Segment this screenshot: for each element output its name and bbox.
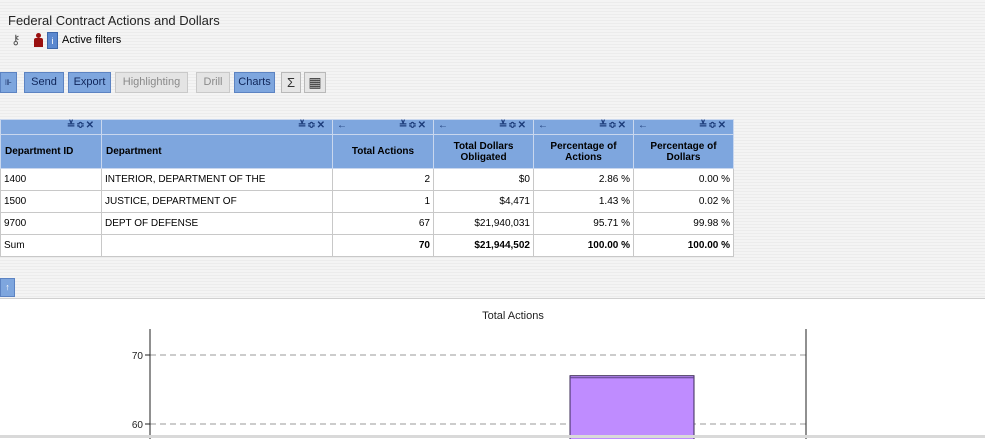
- info-icon[interactable]: i: [47, 31, 58, 49]
- highlighting-button[interactable]: Highlighting: [115, 72, 188, 93]
- left-panel-icon[interactable]: ⊪: [0, 72, 17, 93]
- sort-controls-icon[interactable]: ≚≎✕: [599, 120, 627, 131]
- sort-controls-icon[interactable]: ≚≎✕: [699, 120, 727, 131]
- column-header-pct-dollars[interactable]: Percentage of Dollars: [633, 134, 734, 169]
- chart-bars: [569, 375, 695, 439]
- cell-department[interactable]: DEPT OF DEFENSE: [101, 212, 333, 235]
- column-controls[interactable]: ← ≚≎✕: [533, 119, 634, 135]
- cell-sum-total-dollars: $21,944,502: [433, 234, 534, 257]
- charts-button[interactable]: Charts: [234, 72, 275, 93]
- page-title: Federal Contract Actions and Dollars: [8, 13, 220, 28]
- cell-sum-pct-dollars: 100.00 %: [633, 234, 734, 257]
- top-panel: Federal Contract Actions and Dollars ⚷ i…: [0, 0, 985, 298]
- chart-panel: Total Actions 60 70: [0, 298, 985, 439]
- column-header-total-actions[interactable]: Total Actions: [332, 134, 434, 169]
- cell-pct-actions[interactable]: 95.71 %: [533, 212, 634, 235]
- cell-department-id[interactable]: 1500: [0, 190, 102, 213]
- sort-controls-icon[interactable]: ≚≎✕: [67, 120, 95, 131]
- cell-pct-dollars[interactable]: 0.00 %: [633, 168, 734, 191]
- column-controls[interactable]: ← ≚≎✕: [633, 119, 734, 135]
- cell-pct-dollars[interactable]: 0.02 %: [633, 190, 734, 213]
- export-button[interactable]: Export: [68, 72, 111, 93]
- data-table: ≚≎✕ ≚≎✕ ← ≚≎✕ ← ≚≎✕ ← ≚≎✕ ← ≚≎✕ Department I…: [0, 119, 734, 257]
- cell-department[interactable]: INTERIOR, DEPARTMENT OF THE: [101, 168, 333, 191]
- column-header-department-id[interactable]: Department ID: [0, 134, 102, 169]
- cell-total-actions[interactable]: 1: [332, 190, 434, 213]
- move-left-icon[interactable]: ←: [438, 120, 448, 131]
- active-filters-label[interactable]: Active filters: [62, 34, 121, 46]
- sort-controls-icon[interactable]: ≚≎✕: [499, 120, 527, 131]
- cell-total-dollars[interactable]: $0: [433, 168, 534, 191]
- cell-sum-total-actions: 70: [332, 234, 434, 257]
- sort-controls-icon[interactable]: ≚≎✕: [298, 120, 326, 131]
- cell-department-id[interactable]: 1400: [0, 168, 102, 191]
- key-icon[interactable]: ⚷: [11, 32, 27, 48]
- move-left-icon[interactable]: ←: [638, 120, 648, 131]
- toolbar: ⊪ Send Export Highlighting Drill Charts …: [0, 72, 330, 93]
- column-header-pct-actions[interactable]: Percentage of Actions: [533, 134, 634, 169]
- drill-button[interactable]: Drill: [196, 72, 230, 93]
- cell-total-dollars[interactable]: $21,940,031: [433, 212, 534, 235]
- column-controls[interactable]: ≚≎✕: [101, 119, 333, 135]
- cell-sum-pct-actions: 100.00 %: [533, 234, 634, 257]
- bar-chart: Total Actions 60 70: [132, 310, 807, 439]
- collapse-chart-icon[interactable]: ↑: [0, 278, 15, 297]
- move-left-icon[interactable]: ←: [538, 120, 548, 131]
- cell-pct-dollars[interactable]: 99.98 %: [633, 212, 734, 235]
- sum-icon[interactable]: Σ: [281, 72, 301, 93]
- column-controls[interactable]: ≚≎✕: [0, 119, 102, 135]
- grid-icon[interactable]: ▦: [304, 72, 326, 93]
- filter-row: ⚷ i Active filters: [11, 31, 121, 49]
- table-row: 1500 JUSTICE, DEPARTMENT OF 1 $4,471 1.4…: [0, 190, 734, 213]
- sum-row: Sum 70 $21,944,502 100.00 % 100.00 %: [0, 234, 734, 257]
- bar[interactable]: [569, 375, 695, 439]
- cell-sum-label: Sum: [0, 234, 102, 257]
- cell-sum-department: [101, 234, 333, 257]
- column-controls[interactable]: ← ≚≎✕: [332, 119, 434, 135]
- send-button[interactable]: Send: [24, 72, 64, 93]
- chart-title: Total Actions: [482, 310, 544, 322]
- cell-department-id[interactable]: 9700: [0, 212, 102, 235]
- cell-department[interactable]: JUSTICE, DEPARTMENT OF: [101, 190, 333, 213]
- cell-total-dollars[interactable]: $4,471: [433, 190, 534, 213]
- table-row: 9700 DEPT OF DEFENSE 67 $21,940,031 95.7…: [0, 212, 734, 235]
- cell-total-actions[interactable]: 67: [332, 212, 434, 235]
- cell-total-actions[interactable]: 2: [332, 168, 434, 191]
- table-row: 1400 INTERIOR, DEPARTMENT OF THE 2 $0 2.…: [0, 168, 734, 191]
- cell-pct-actions[interactable]: 1.43 %: [533, 190, 634, 213]
- chart-grid: 60 70: [132, 351, 806, 431]
- cell-pct-actions[interactable]: 2.86 %: [533, 168, 634, 191]
- column-header-department[interactable]: Department: [101, 134, 333, 169]
- y-tick-label: 70: [132, 351, 144, 362]
- column-controls[interactable]: ← ≚≎✕: [433, 119, 534, 135]
- column-header-total-dollars[interactable]: Total Dollars Obligated: [433, 134, 534, 169]
- move-left-icon[interactable]: ←: [337, 120, 347, 131]
- y-tick-label: 60: [132, 420, 144, 431]
- sort-controls-icon[interactable]: ≚≎✕: [399, 120, 427, 131]
- user-icon[interactable]: [33, 33, 43, 47]
